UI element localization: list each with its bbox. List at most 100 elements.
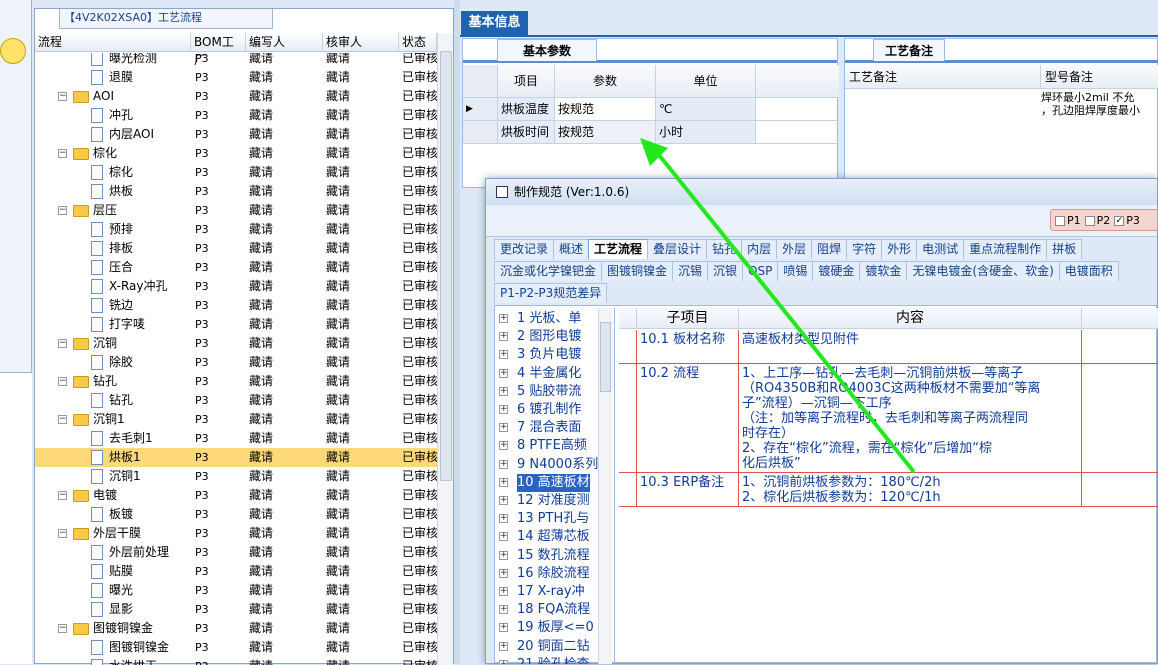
params-col-item[interactable]: 项目	[498, 65, 555, 97]
spec-tab[interactable]: 沉金或化学镍钯金	[494, 261, 603, 281]
expand-icon[interactable]: +	[499, 314, 508, 323]
table-row[interactable]: 除胶 P3 藏请 藏请 已审核	[35, 353, 437, 372]
params-col-value[interactable]: 参数	[555, 65, 656, 97]
params-col-unit[interactable]: 单位	[656, 65, 756, 97]
spec-tab[interactable]: 字符	[846, 239, 883, 259]
nav-item[interactable]: +10 高速板材	[495, 473, 613, 492]
spec-tab[interactable]: 钻孔	[706, 239, 743, 259]
table-row[interactable]: 退膜 P3 藏请 藏请 已审核	[35, 68, 437, 87]
expand-icon[interactable]: +	[499, 405, 508, 414]
nav-item[interactable]: +6 镀孔制作	[495, 401, 613, 419]
col-header-reviewer[interactable]: 核审人	[323, 33, 399, 51]
table-row[interactable]: 排板 P3 藏请 藏请 已审核	[35, 239, 437, 258]
table-row[interactable]: − AOI P3 藏请 藏请 已审核	[35, 87, 437, 106]
table-row[interactable]: 外层前处理 P3 藏请 藏请 已审核	[35, 543, 437, 562]
expand-icon[interactable]: +	[499, 532, 508, 542]
table-row[interactable]: 曝光检测 P3 藏请 藏请 已审核	[35, 53, 437, 68]
expand-icon[interactable]: +	[499, 477, 508, 487]
nav-item[interactable]: +19 板厚<=0	[495, 619, 613, 637]
nav-item[interactable]: +12 对准度测	[495, 492, 613, 510]
chat-bubble-icon[interactable]	[0, 38, 26, 64]
table-row[interactable]: 压合 P3 藏请 藏请 已审核	[35, 258, 437, 277]
collapse-icon[interactable]: −	[58, 491, 67, 500]
col-header-status[interactable]: 状态	[399, 33, 437, 51]
nav-item[interactable]: +17 X-ray冲	[495, 583, 613, 601]
collapse-icon[interactable]: −	[58, 415, 67, 424]
spec-tab[interactable]: 镀软金	[859, 261, 908, 281]
expand-icon[interactable]: +	[499, 368, 508, 378]
collapse-icon[interactable]: −	[58, 206, 67, 215]
tab-basic-params[interactable]: 基本参数	[497, 39, 597, 61]
table-row[interactable]: 棕化 P3 藏请 藏请 已审核	[35, 163, 437, 182]
table-row[interactable]: − 沉铜1 P3 藏请 藏请 已审核	[35, 410, 437, 429]
nav-item[interactable]: +7 混合表面	[495, 419, 613, 437]
spec-tab[interactable]: 沉锡	[672, 261, 709, 281]
param-value[interactable]: 按规范	[555, 98, 656, 120]
plant-checkbox-p3[interactable]: ✓ P3	[1114, 214, 1140, 227]
spec-tab[interactable]: 电测试	[916, 239, 965, 259]
nav-item[interactable]: +20 铜面二钻	[495, 638, 613, 656]
spec-tab[interactable]: 镀硬金	[812, 261, 861, 281]
nav-item[interactable]: +21 验孔检查	[495, 656, 613, 664]
tab-basic-info[interactable]: 基本信息	[461, 11, 528, 35]
col-header-writer[interactable]: 编写人	[246, 33, 323, 51]
spec-tab[interactable]: 电镀面积	[1058, 261, 1119, 281]
expand-icon[interactable]: +	[499, 496, 508, 505]
nav-item[interactable]: +18 FQA流程	[495, 601, 613, 619]
plant-checkbox-p1[interactable]: P1	[1055, 214, 1081, 227]
spec-tab[interactable]: 无镍电镀金(含硬金、软金)	[906, 261, 1060, 281]
expand-icon[interactable]: +	[499, 350, 508, 360]
spec-tab[interactable]: 更改记录	[494, 239, 555, 259]
table-row[interactable]: 打字唛 P3 藏请 藏请 已审核	[35, 315, 437, 334]
table-row[interactable]: 曝光 P3 藏请 藏请 已审核	[35, 581, 437, 600]
tab-process-notes[interactable]: 工艺备注	[873, 39, 945, 61]
table-row[interactable]: 钻孔 P3 藏请 藏请 已审核	[35, 391, 437, 410]
nav-item[interactable]: +16 除胶流程	[495, 565, 613, 583]
expand-icon[interactable]: +	[499, 623, 508, 633]
nav-item[interactable]: +9 N4000系列	[495, 456, 613, 474]
expand-icon[interactable]: +	[499, 659, 508, 664]
spec-tab[interactable]: 叠层设计	[647, 239, 708, 259]
nav-item[interactable]: +2 图形电镀	[495, 328, 613, 346]
spec-col-subitem[interactable]: 子项目	[637, 308, 739, 328]
spec-tab[interactable]: 外层	[776, 239, 813, 259]
collapse-icon[interactable]: −	[58, 529, 67, 538]
nav-item[interactable]: +1 光板、单	[495, 310, 613, 328]
spec-tab[interactable]: 外形	[881, 239, 918, 259]
model-note-text[interactable]: 焊环最小2mil 不允 ，孔边阻焊厚度最小	[1041, 91, 1158, 117]
table-row[interactable]: ▶ 烘板温度 按规范 ℃	[463, 98, 839, 121]
expand-icon[interactable]: +	[499, 332, 508, 342]
expand-icon[interactable]: +	[499, 423, 508, 433]
expand-icon[interactable]: +	[499, 568, 508, 578]
table-row[interactable]: − 外层干膜 P3 藏请 藏请 已审核	[35, 524, 437, 543]
spec-tab[interactable]: 工艺流程	[588, 239, 649, 259]
spec-window-title[interactable]: 制作规范 (Ver:1.0.6)	[486, 179, 1157, 205]
table-row[interactable]: 烘板时间 按规范 小时	[463, 121, 839, 144]
col-header-bom[interactable]: BOM工厂	[191, 33, 246, 67]
expand-icon[interactable]: +	[499, 514, 508, 524]
table-row[interactable]: − 层压 P3 藏请 藏请 已审核	[35, 201, 437, 220]
collapse-icon[interactable]: −	[58, 377, 67, 386]
notes-col-process[interactable]: 工艺备注	[845, 65, 1041, 88]
collapse-icon[interactable]: −	[58, 624, 67, 633]
nav-item[interactable]: +13 PTH孔与	[495, 510, 613, 528]
spec-tab[interactable]: 图镀铜镍金	[601, 261, 674, 281]
nav-item[interactable]: +8 PTFE高频	[495, 437, 613, 455]
table-row[interactable]: 显影 P3 藏请 藏请 已审核	[35, 600, 437, 619]
table-row[interactable]: 冲孔 P3 藏请 藏请 已审核	[35, 106, 437, 125]
collapse-icon[interactable]: −	[58, 92, 67, 101]
nav-scrollbar[interactable]	[598, 308, 612, 664]
table-row[interactable]: − 图镀铜镍金 P3 藏请 藏请 已审核	[35, 619, 437, 638]
collapse-icon[interactable]: −	[58, 339, 67, 348]
tree-scroll-thumb[interactable]	[440, 51, 452, 481]
table-row[interactable]: 沉铜1 P3 藏请 藏请 已审核	[35, 467, 437, 486]
table-row[interactable]: − 棕化 P3 藏请 藏请 已审核	[35, 144, 437, 163]
table-row[interactable]: 预排 P3 藏请 藏请 已审核	[35, 220, 437, 239]
table-row[interactable]: − 沉铜 P3 藏请 藏请 已审核	[35, 334, 437, 353]
table-row[interactable]: 烘板1 P3 藏请 藏请 已审核	[35, 448, 437, 467]
nav-item[interactable]: +3 负片电镀	[495, 346, 613, 364]
nav-item[interactable]: +15 数孔流程	[495, 547, 613, 565]
expand-icon[interactable]: +	[499, 641, 508, 651]
collapse-icon[interactable]: −	[58, 149, 67, 158]
spec-col-content[interactable]: 内容	[739, 308, 1082, 328]
